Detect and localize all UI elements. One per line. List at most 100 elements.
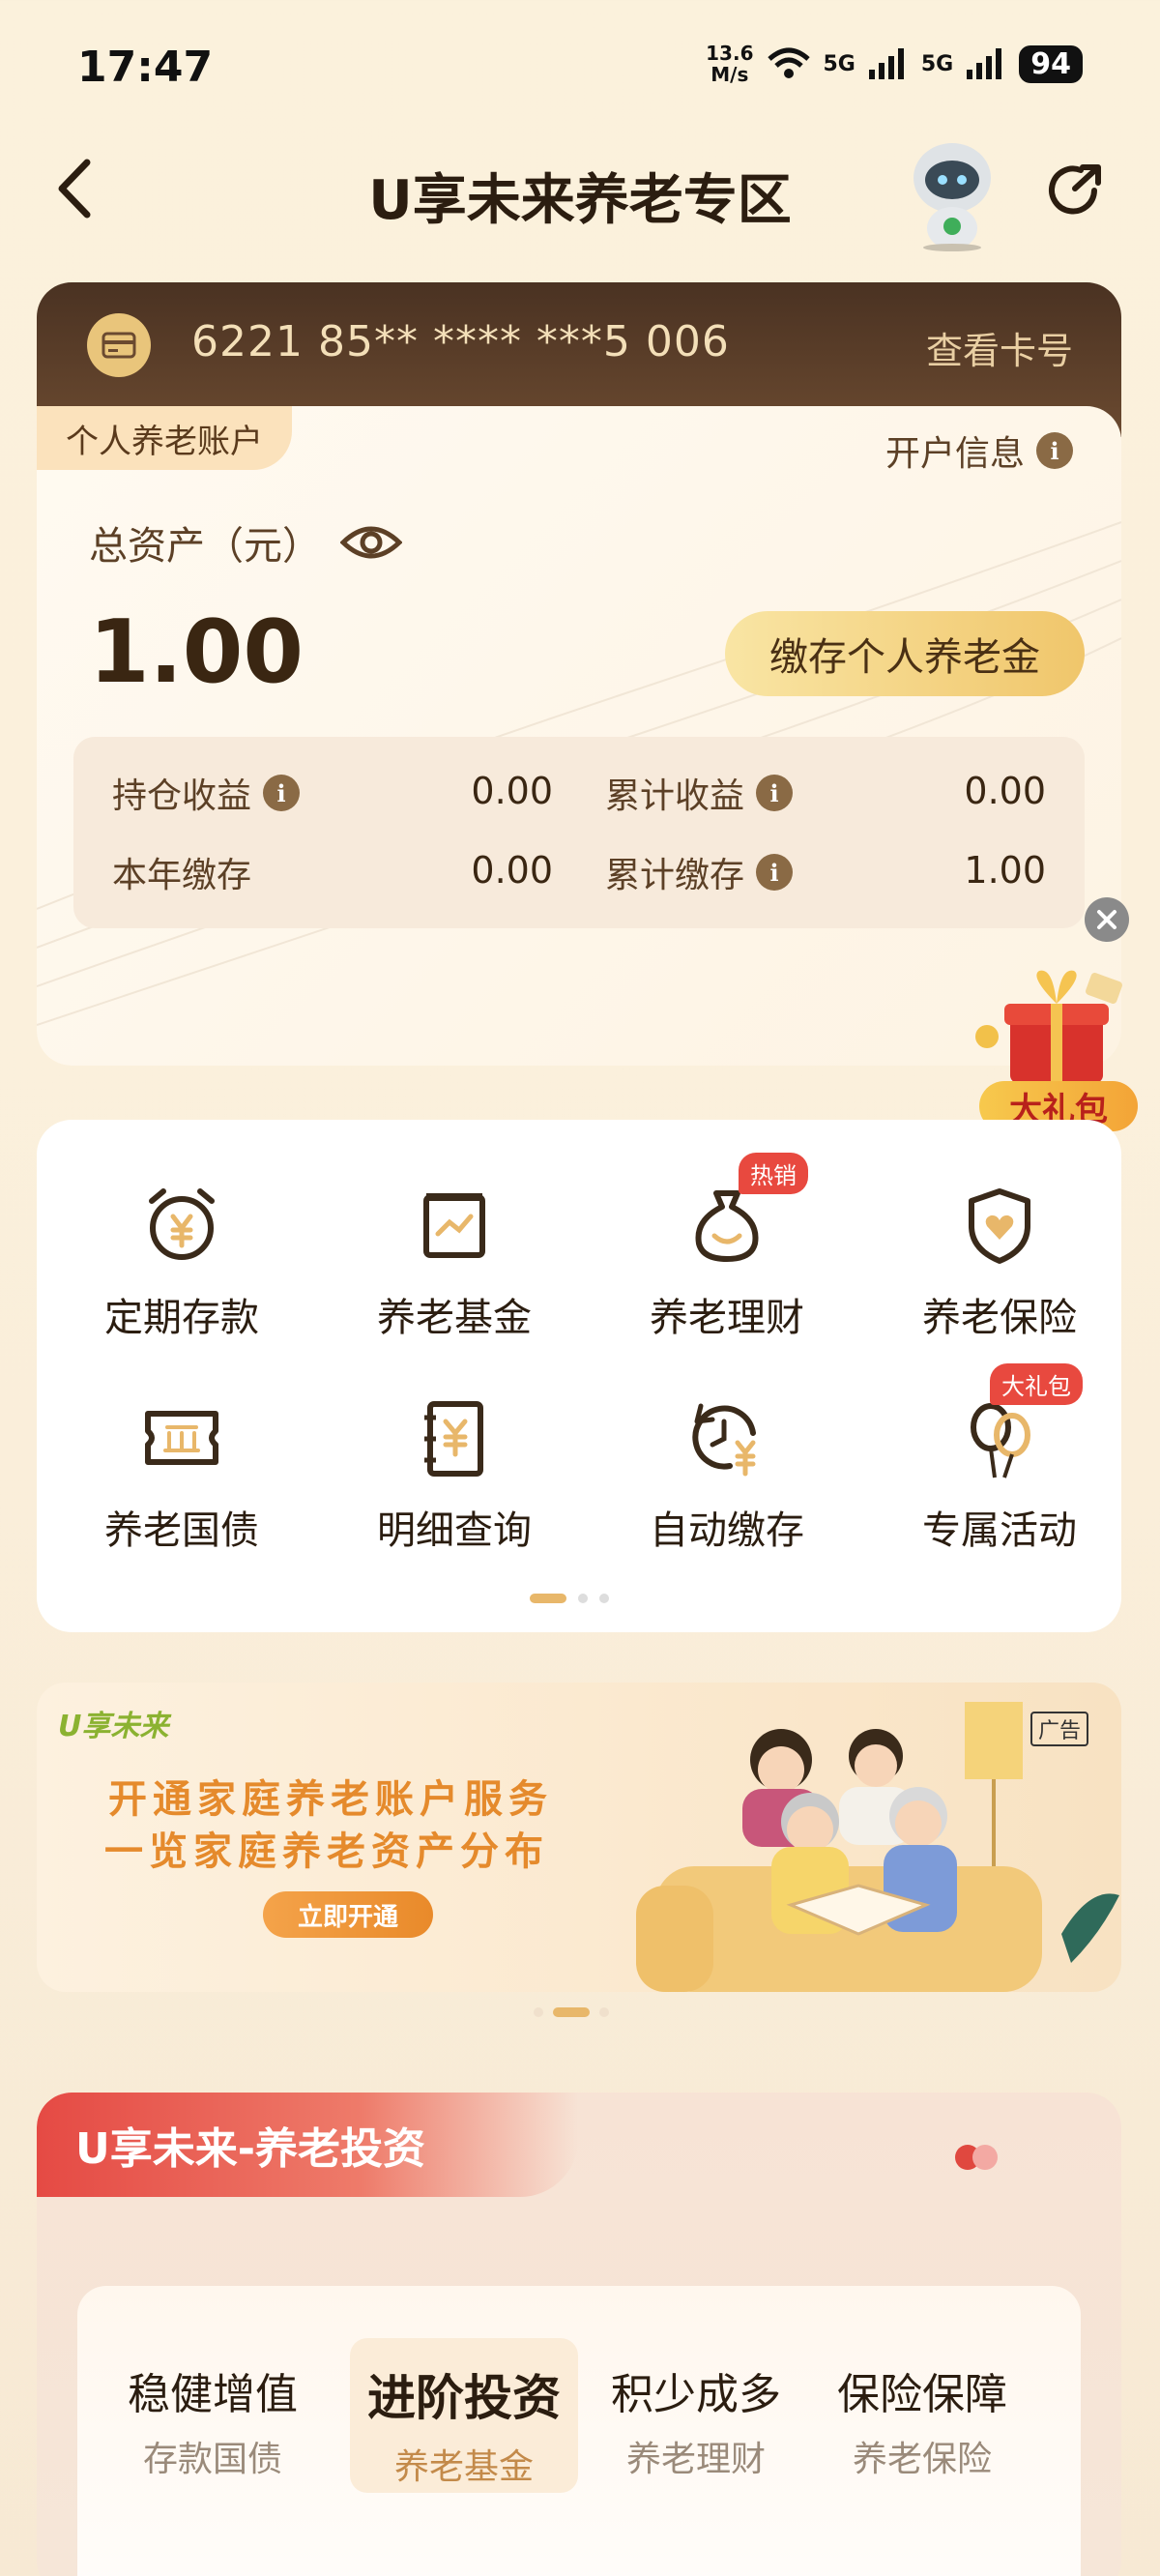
pager-dot[interactable] xyxy=(578,1594,588,1603)
wifi-icon xyxy=(767,47,810,78)
family-illustration-image xyxy=(636,1702,1119,1992)
info-icon[interactable]: i xyxy=(263,775,301,811)
share-button[interactable] xyxy=(1044,160,1106,221)
cumulative-income-label-row: 累计收益 i xyxy=(605,768,794,818)
banner-line-1: 开通家庭养老账户服务 xyxy=(108,1777,553,1822)
pager-dot[interactable] xyxy=(553,2007,590,2017)
clock-yuan-icon xyxy=(692,1403,756,1477)
indicator-dot xyxy=(972,2145,998,2170)
invest-tabs-panel: 稳健增值 存款国债 进阶投资 养老基金 积少成多 养老理财 保险保障 养老保险 xyxy=(77,2286,1081,2576)
banner-pager xyxy=(534,2007,609,2017)
tab-steady-growth[interactable]: 稳健增值 存款国债 xyxy=(106,2338,319,2493)
cumulative-income-value: 0.00 xyxy=(964,770,1046,812)
shield-heart-icon xyxy=(969,1188,1030,1264)
cumulative-deposit-value: 1.00 xyxy=(964,849,1046,892)
signal-label-2: 5G xyxy=(920,51,954,76)
close-gift-button[interactable] xyxy=(1085,897,1129,942)
robot-mascot-icon[interactable] xyxy=(899,135,1005,251)
info-icon[interactable]: i xyxy=(756,775,794,811)
total-assets-label-row: 总资产（元） xyxy=(89,514,402,571)
service-exclusive-activity[interactable]: 专属活动 xyxy=(874,1394,1125,1555)
pager-dot[interactable] xyxy=(599,1594,609,1603)
balloons-icon xyxy=(971,1403,1030,1478)
pager-dot[interactable] xyxy=(534,2007,543,2017)
hot-sale-badge: 热销 xyxy=(739,1153,808,1194)
service-label: 养老基金 xyxy=(377,1296,532,1340)
network-speed-unit: M/s xyxy=(710,63,749,86)
service-pension-fund[interactable]: 养老基金 xyxy=(329,1182,580,1342)
status-time: 17:47 xyxy=(77,43,214,92)
service-time-deposit[interactable]: 定期存款 xyxy=(56,1182,307,1342)
network-speed-value: 13.6 xyxy=(706,42,754,65)
tab-main-label: 稳健增值 xyxy=(128,2370,298,2419)
open-now-button[interactable]: 立即开通 xyxy=(263,1891,433,1938)
year-deposit-value: 0.00 xyxy=(471,849,553,892)
tab-main-label: 积少成多 xyxy=(611,2370,781,2419)
bond-ticket-icon xyxy=(145,1411,218,1465)
pager-dot[interactable] xyxy=(530,1594,566,1603)
total-assets-value: 1.00 xyxy=(89,601,304,703)
service-label: 养老保险 xyxy=(922,1296,1077,1340)
tab-advanced-invest[interactable]: 进阶投资 养老基金 xyxy=(350,2338,578,2493)
signal-bars-icon xyxy=(868,48,904,79)
services-grid: 定期存款 养老基金 养老理财 热销 养老保险 养老国债 明细查询 自动缴存 专属… xyxy=(37,1120,1121,1632)
account-type-tag: 个人养老账户 xyxy=(37,406,292,470)
open-info-label: 开户信息 xyxy=(884,434,1025,474)
battery-indicator: 94 xyxy=(1019,44,1083,83)
cumulative-deposit-label: 累计缴存 xyxy=(605,856,745,895)
close-icon xyxy=(1097,910,1116,929)
tab-sub-label: 养老基金 xyxy=(393,2447,534,2487)
invest-indicator xyxy=(955,2145,998,2170)
bank-card-icon xyxy=(87,313,151,377)
gift-box-icon xyxy=(975,970,1122,1083)
tab-accumulate[interactable]: 积少成多 养老理财 xyxy=(590,2338,802,2493)
alarm-yuan-icon xyxy=(149,1188,215,1260)
invest-header: U享未来-养老投资 xyxy=(37,2093,578,2197)
service-label: 自动缴存 xyxy=(650,1508,804,1553)
tab-main-label: 保险保障 xyxy=(837,2370,1007,2419)
holding-income-label-row: 持仓收益 i xyxy=(112,768,301,818)
signal-label-1: 5G xyxy=(823,51,856,76)
pager-dot[interactable] xyxy=(599,2007,609,2017)
year-deposit-label: 本年缴存 xyxy=(112,856,252,895)
invest-title: U享未来-养老投资 xyxy=(75,2124,425,2174)
view-card-number-link[interactable]: 查看卡号 xyxy=(926,321,1073,374)
stats-box: 持仓收益 i 0.00 累计收益 i 0.00 本年缴存 0.00 累计缴存 i… xyxy=(73,737,1085,928)
service-pension-insurance[interactable]: 养老保险 xyxy=(874,1182,1125,1342)
card-body xyxy=(37,406,1121,1066)
total-assets-label: 总资产（元） xyxy=(89,524,321,569)
cumulative-deposit-label-row: 累计缴存 i xyxy=(605,847,794,897)
pension-invest-section: U享未来-养老投资 稳健增值 存款国债 进阶投资 养老基金 积少成多 养老理财 … xyxy=(37,2093,1121,2576)
service-detail-query[interactable]: 明细查询 xyxy=(329,1394,580,1555)
u-future-logo: U享未来 xyxy=(58,1710,169,1743)
service-label: 明细查询 xyxy=(377,1508,532,1553)
money-bag-icon xyxy=(695,1190,759,1262)
share-arrow-icon xyxy=(1049,164,1101,215)
family-pension-banner[interactable]: U享未来 开通家庭养老账户服务 一览家庭养老资产分布 立即开通 广告 xyxy=(37,1683,1121,1992)
gift-package-badge: 大礼包 xyxy=(990,1363,1083,1405)
info-icon: i xyxy=(1036,432,1073,469)
receipt-yuan-icon xyxy=(424,1401,483,1477)
service-label: 养老国债 xyxy=(104,1508,259,1553)
account-card: 6221 85** **** ***5 006 查看卡号 个人养老账户 开户信息… xyxy=(37,282,1121,1066)
eye-icon[interactable] xyxy=(340,521,402,564)
service-auto-deposit[interactable]: 自动缴存 xyxy=(601,1394,853,1555)
open-account-info-link[interactable]: 开户信息 i xyxy=(885,425,1073,476)
deposit-pension-button[interactable]: 缴存个人养老金 xyxy=(725,611,1085,696)
holding-income-label: 持仓收益 xyxy=(112,776,252,816)
service-pension-bond[interactable]: 养老国债 xyxy=(56,1394,307,1555)
services-pager xyxy=(530,1594,609,1603)
banner-line-2: 一览家庭养老资产分布 xyxy=(104,1830,549,1874)
service-pension-wealth[interactable]: 养老理财 xyxy=(601,1182,853,1342)
tab-sub-label: 存款国债 xyxy=(142,2440,282,2479)
tab-insurance[interactable]: 保险保障 养老保险 xyxy=(816,2338,1029,2493)
info-icon[interactable]: i xyxy=(756,854,794,891)
service-label: 专属活动 xyxy=(922,1508,1077,1553)
holding-income-value: 0.00 xyxy=(471,770,553,812)
tab-sub-label: 养老理财 xyxy=(625,2440,766,2479)
tab-sub-label: 养老保险 xyxy=(852,2440,992,2479)
fund-chart-icon xyxy=(423,1193,485,1258)
status-indicators: 13.6 M/s 5G 5G 94 xyxy=(706,43,1083,85)
service-label: 养老理财 xyxy=(650,1296,804,1340)
gift-package-floating[interactable]: 大礼包 xyxy=(972,967,1141,1136)
